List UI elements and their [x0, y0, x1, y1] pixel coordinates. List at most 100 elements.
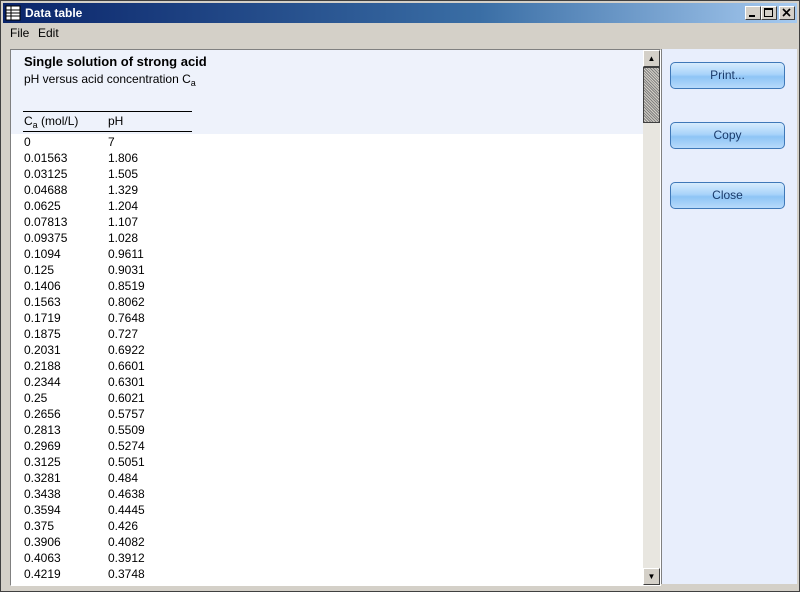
- data-table-window: Data table File Edit Single solution of …: [0, 0, 800, 592]
- ph-cell: 0.3912: [108, 551, 145, 565]
- table-row: 0.1406 0.8519: [23, 276, 192, 293]
- concentration-cell: 0.1719: [24, 311, 61, 325]
- concentration-cell: 0.375: [24, 519, 55, 533]
- concentration-cell: 0.3594: [24, 503, 61, 517]
- ph-cell: 0.9611: [108, 247, 144, 261]
- table-row: 0.2813 0.5509: [23, 420, 192, 437]
- concentration-cell: 0.3281: [24, 471, 61, 485]
- data-table: Ca (mol/L) pH 0 7 0.01563 1.806 0.03125 1.505…: [23, 111, 192, 581]
- scroll-up-button[interactable]: ▲: [643, 50, 660, 67]
- table-row: 0.3281 0.484: [23, 468, 192, 485]
- table-row: 0.1563 0.8062: [23, 292, 192, 309]
- copy-button[interactable]: Copy: [670, 122, 785, 149]
- minimize-button[interactable]: [745, 6, 761, 20]
- ph-cell: 0.5757: [108, 407, 145, 421]
- concentration-cell: 0.04688: [24, 183, 68, 197]
- ph-cell: 1.806: [108, 151, 139, 165]
- table-row: 0.3906 0.4082: [23, 532, 192, 549]
- column-header-ph: pH: [108, 114, 124, 128]
- concentration-cell: 0.3438: [24, 487, 61, 501]
- concentration-cell: 0.2656: [24, 407, 61, 421]
- table-row: 0.09375 1.028: [23, 228, 192, 245]
- concentration-cell: 0.4063: [24, 551, 61, 565]
- ph-cell: 0.727: [108, 327, 139, 341]
- table-row: 07: [23, 132, 192, 149]
- menu-file[interactable]: File: [10, 26, 29, 40]
- close-button[interactable]: Close: [670, 182, 785, 209]
- ph-cell: 0.8062: [108, 295, 145, 309]
- concentration-cell: 0.1563: [24, 295, 61, 309]
- ph-cell: 0.5051: [108, 455, 145, 469]
- title-bar[interactable]: Data table: [3, 3, 797, 23]
- table-row: 0.1719 0.7648: [23, 308, 192, 325]
- table-row: 0.2188 0.6601: [23, 356, 192, 373]
- concentration-cell: 0.0625: [24, 199, 61, 213]
- ph-cell: 0.9031: [108, 263, 145, 277]
- maximize-button[interactable]: [761, 6, 777, 20]
- data-report-area[interactable]: Single solution of strong acid pH versus…: [10, 49, 661, 586]
- ph-cell: 0.4445: [108, 503, 145, 517]
- minimize-icon: [749, 15, 755, 17]
- scroll-down-button[interactable]: ▼: [643, 568, 660, 585]
- table-row: 0.3438 0.4638: [23, 484, 192, 501]
- concentration-cell: 0.1406: [24, 279, 61, 293]
- table-body: 0 7 0.01563 1.806 0.03125 1.505 0.04688 1.329 0.…: [23, 132, 192, 581]
- table-row: 0.3594 0.4445: [23, 500, 192, 517]
- concentration-cell: 0.2813: [24, 423, 61, 437]
- table-row: 0.1094 0.9611: [23, 244, 192, 261]
- table-row: 0.03125 1.505: [23, 164, 192, 181]
- print-button[interactable]: Print...: [670, 62, 785, 89]
- vertical-scrollbar[interactable]: ▲ ▼: [643, 50, 660, 585]
- concentration-cell: 0.125: [24, 263, 55, 277]
- ph-cell: 0.5509: [108, 423, 145, 437]
- action-panel: Print... Copy Close: [661, 49, 797, 584]
- menu-edit[interactable]: Edit: [38, 26, 59, 40]
- table-row: 0.25 0.6021: [23, 388, 192, 405]
- table-row: 0.2031 0.6922: [23, 340, 192, 357]
- ph-cell: 0.426: [108, 519, 139, 533]
- concentration-cell: 0.4219: [24, 567, 61, 581]
- table-header: Ca (mol/L) pH: [23, 112, 192, 131]
- maximize-icon: [764, 8, 773, 17]
- table-row: 0.1875 0.727: [23, 324, 192, 341]
- concentration-cell: 0.25: [24, 391, 48, 405]
- ph-cell: 0.4082: [108, 535, 145, 549]
- close-icon: [782, 8, 791, 17]
- scroll-thumb[interactable]: [643, 67, 660, 123]
- menu-bar: File Edit: [3, 24, 797, 42]
- table-row: 0.01563 1.806: [23, 148, 192, 165]
- concentration-cell: 0.2344: [24, 375, 61, 389]
- concentration-cell: 0.3125: [24, 455, 61, 469]
- table-row: 0.4063 0.3912: [23, 548, 192, 565]
- ph-cell: 0.6301: [108, 375, 145, 389]
- concentration-cell: 0.2188: [24, 359, 61, 373]
- ph-cell: 1.107: [108, 215, 139, 229]
- ph-cell: 0.6922: [108, 343, 145, 357]
- ph-cell: 0.6021: [108, 391, 145, 405]
- table-row: 0.3125 0.5051: [23, 452, 192, 469]
- column-header-concentration: Ca (mol/L): [24, 114, 79, 130]
- concentration-cell: 0: [24, 135, 31, 149]
- table-row: 0.125 0.9031: [23, 260, 192, 277]
- concentration-cell: 0.07813: [24, 215, 68, 229]
- ph-cell: 0.6601: [108, 359, 145, 373]
- concentration-cell: 0.2969: [24, 439, 61, 453]
- report-title: Single solution of strong acid: [24, 54, 207, 69]
- ph-cell: 0.484: [108, 471, 139, 485]
- table-row: 0.2656 0.5757: [23, 404, 192, 421]
- concentration-cell: 0.03125: [24, 167, 68, 181]
- table-row: 0.375 0.426: [23, 516, 192, 533]
- ph-cell: 7: [108, 135, 115, 149]
- report-subtitle: pH versus acid concentration Ca: [24, 72, 196, 88]
- ph-cell: 1.329: [108, 183, 139, 197]
- ph-cell: 0.8519: [108, 279, 145, 293]
- concentration-cell: 0.09375: [24, 231, 68, 245]
- ph-cell: 1.028: [108, 231, 139, 245]
- concentration-cell: 0.1875: [24, 327, 61, 341]
- table-row: 0.07813 1.107: [23, 212, 192, 229]
- table-row: 0.0625 1.204: [23, 196, 192, 213]
- ph-cell: 1.204: [108, 199, 139, 213]
- close-window-button[interactable]: [779, 6, 795, 20]
- ph-cell: 0.3748: [108, 567, 145, 581]
- ph-cell: 0.5274: [108, 439, 145, 453]
